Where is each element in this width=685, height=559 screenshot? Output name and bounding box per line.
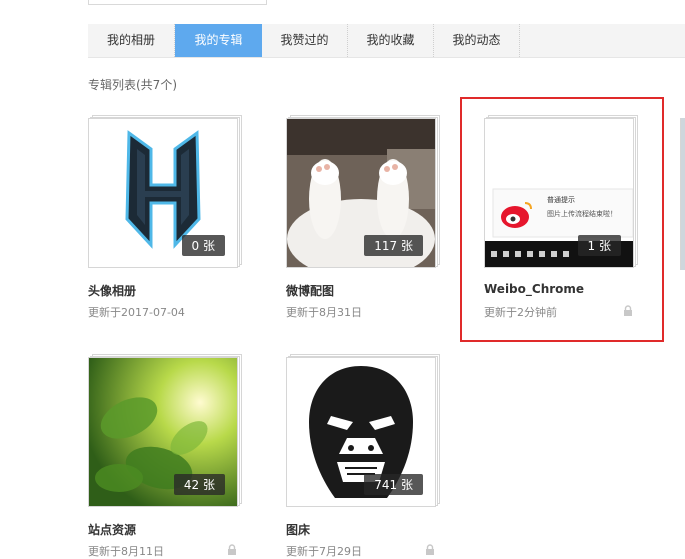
tab-my-albums[interactable]: 我的专辑 <box>175 24 262 57</box>
lock-icon <box>228 544 236 555</box>
album-name[interactable]: 站点资源 <box>88 521 136 538</box>
album-cover-partial[interactable] <box>680 118 685 270</box>
album-cover[interactable]: 741 张 <box>286 357 436 507</box>
photo-count-badge: 741 张 <box>364 474 423 495</box>
album-updated: 更新于7月29日 <box>286 545 362 558</box>
album-name[interactable]: 微博配图 <box>286 282 334 299</box>
album-card[interactable]: 117 张 微博配图 更新于8月31日 <box>286 115 446 319</box>
search-box[interactable] <box>88 0 267 5</box>
album-list-label: 专辑列表(共7个) <box>88 78 177 92</box>
photo-count-badge: 0 张 <box>181 235 225 256</box>
album-card[interactable]: 42 张 站点资源 更新于8月11日 <box>88 354 248 558</box>
tab-activity[interactable]: 我的动态 <box>434 24 520 57</box>
photo-count-badge: 117 张 <box>364 235 423 256</box>
album-cover[interactable]: 42 张 <box>88 357 238 507</box>
lock-icon <box>426 544 434 555</box>
album-name[interactable]: 图床 <box>286 521 310 538</box>
album-updated: 更新于8月31日 <box>286 306 362 319</box>
album-cover[interactable]: 117 张 <box>286 118 436 268</box>
tab-favorites[interactable]: 我的收藏 <box>348 24 434 57</box>
album-card[interactable]: 0 张 头像相册 更新于2017-07-04 <box>88 115 248 319</box>
album-cover[interactable]: 0 张 <box>88 118 238 268</box>
selection-highlight <box>460 97 664 342</box>
tab-my-photos[interactable]: 我的相册 <box>88 24 175 57</box>
tab-liked[interactable]: 我赞过的 <box>262 24 348 57</box>
photo-count-badge: 42 张 <box>173 474 225 495</box>
album-card[interactable]: 741 张 图床 更新于7月29日 <box>286 354 446 558</box>
album-tabs: 我的相册 我的专辑 我赞过的 我的收藏 我的动态 <box>88 24 685 58</box>
album-name[interactable]: 头像相册 <box>88 282 136 299</box>
album-updated: 更新于8月11日 <box>88 545 164 558</box>
album-updated: 更新于2017-07-04 <box>88 306 185 319</box>
